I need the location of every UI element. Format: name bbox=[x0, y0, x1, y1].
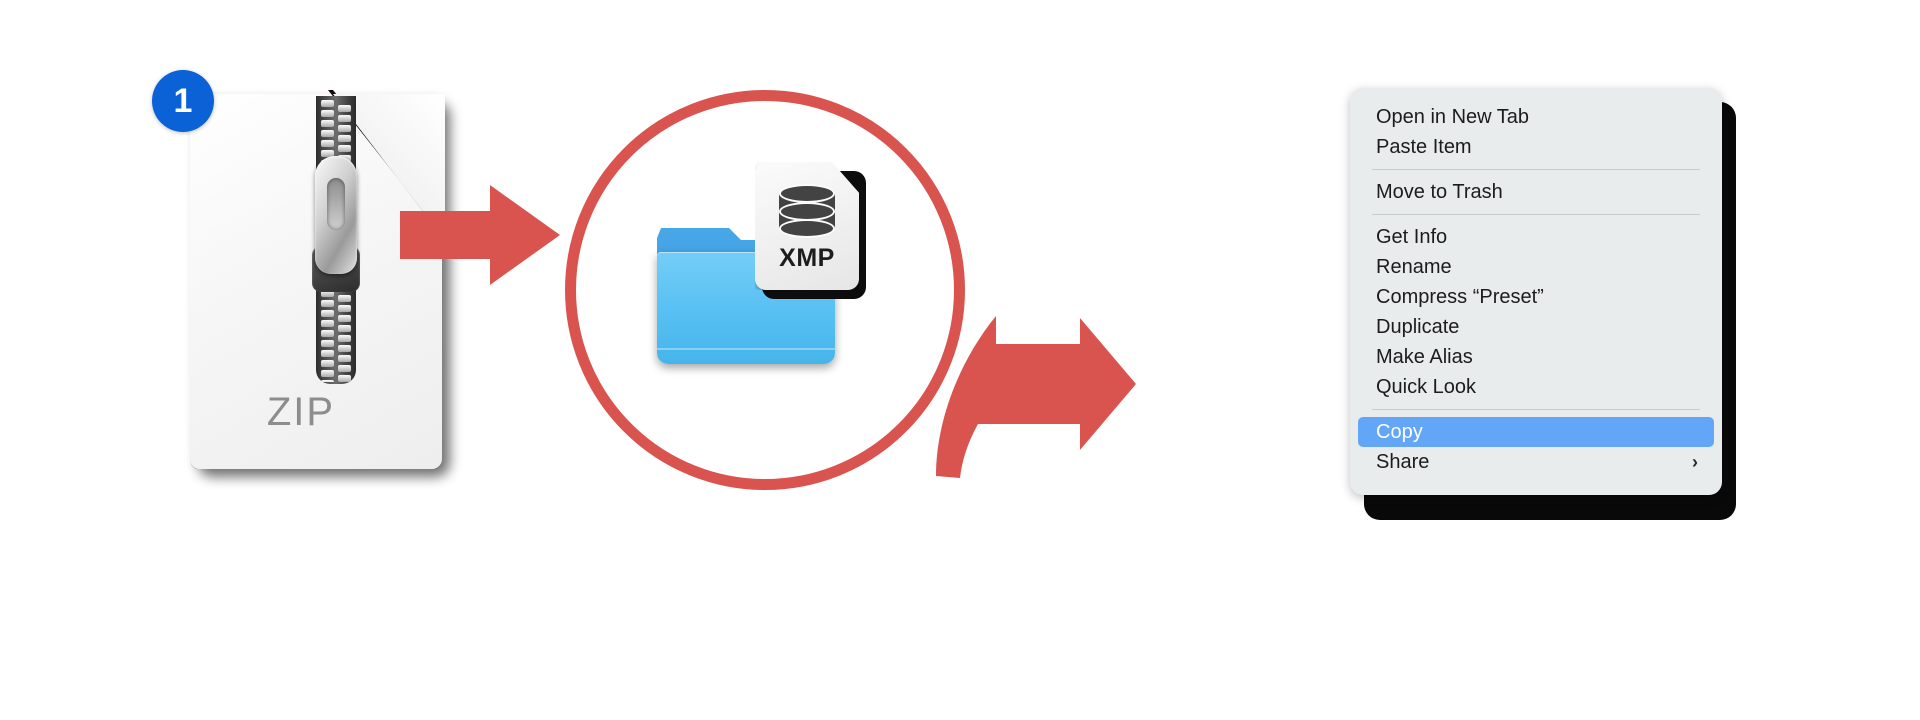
zipper-tooth bbox=[321, 120, 334, 127]
zipper-tooth bbox=[321, 100, 334, 107]
zipper-tooth bbox=[338, 145, 351, 152]
zipper-tooth bbox=[338, 365, 351, 372]
menu-item-duplicate[interactable]: Duplicate bbox=[1358, 312, 1714, 342]
zipper-tooth bbox=[338, 355, 351, 362]
menu-item-copy[interactable]: Copy bbox=[1358, 417, 1714, 447]
zipper-tooth bbox=[321, 320, 334, 327]
zipper-tooth bbox=[338, 345, 351, 352]
zipper-tooth bbox=[338, 105, 351, 112]
menu-item-open-in-new-tab[interactable]: Open in New Tab bbox=[1358, 102, 1714, 132]
zipper-tooth bbox=[338, 325, 351, 332]
menu-item-paste-item[interactable]: Paste Item bbox=[1358, 132, 1714, 162]
zipper-tooth bbox=[321, 300, 334, 307]
zipper-tooth bbox=[321, 380, 334, 382]
arrow-shaft bbox=[400, 211, 498, 259]
menu-separator bbox=[1372, 169, 1700, 170]
xmp-document-page: XMP bbox=[755, 162, 859, 290]
zipper-tooth bbox=[321, 110, 334, 117]
menu-item-share[interactable]: Share › bbox=[1358, 447, 1714, 477]
menu-item-label: Paste Item bbox=[1376, 136, 1472, 158]
zipper-tooth bbox=[338, 125, 351, 132]
arrow-folder-to-menu-shape bbox=[936, 316, 1136, 478]
illustration-canvas: 1 ZIP XMP Open in New Tab Paste Item Mov… bbox=[0, 0, 1920, 720]
arrow-zip-to-folder bbox=[400, 185, 560, 285]
arrow-head bbox=[490, 185, 560, 285]
chevron-right-icon: › bbox=[1692, 452, 1698, 472]
step-number-badge: 1 bbox=[152, 70, 214, 132]
menu-item-quick-look[interactable]: Quick Look bbox=[1358, 372, 1714, 402]
context-menu-panel[interactable]: Open in New Tab Paste Item Move to Trash Ge… bbox=[1350, 88, 1722, 495]
database-icon bbox=[779, 184, 835, 238]
zipper-tooth bbox=[321, 130, 334, 137]
menu-item-label: Compress “Preset” bbox=[1376, 286, 1544, 308]
zip-file-type-label: ZIP bbox=[266, 390, 336, 434]
zipper-tooth bbox=[321, 310, 334, 317]
menu-item-label: Rename bbox=[1376, 256, 1452, 278]
zipper-pull-tab bbox=[315, 156, 357, 274]
zipper-tooth bbox=[338, 335, 351, 342]
zipper-tooth bbox=[338, 375, 351, 382]
menu-separator bbox=[1372, 214, 1700, 215]
arrow-folder-to-menu bbox=[930, 300, 1150, 480]
zipper-tooth bbox=[338, 315, 351, 322]
zipper-tooth bbox=[321, 360, 334, 367]
xmp-file-type-label: XMP bbox=[779, 244, 835, 272]
zipper-tooth bbox=[321, 350, 334, 357]
zipper-tooth bbox=[338, 115, 351, 122]
zipper-icon bbox=[308, 96, 364, 384]
menu-item-move-to-trash[interactable]: Move to Trash bbox=[1358, 177, 1714, 207]
zipper-tooth bbox=[338, 135, 351, 142]
menu-separator bbox=[1372, 409, 1700, 410]
zipper-tooth bbox=[321, 330, 334, 337]
zipper-tooth bbox=[321, 140, 334, 147]
zipper-tooth bbox=[338, 305, 351, 312]
menu-item-get-info[interactable]: Get Info bbox=[1358, 222, 1714, 252]
xmp-database-file-icon[interactable]: XMP bbox=[755, 162, 866, 299]
zipper-tooth bbox=[321, 340, 334, 347]
menu-item-label: Copy bbox=[1376, 421, 1423, 443]
zipper-tooth bbox=[321, 370, 334, 377]
menu-item-make-alias[interactable]: Make Alias bbox=[1358, 342, 1714, 372]
menu-item-rename[interactable]: Rename bbox=[1358, 252, 1714, 282]
menu-item-label: Move to Trash bbox=[1376, 181, 1503, 203]
menu-item-label: Get Info bbox=[1376, 226, 1448, 248]
zipper-tooth bbox=[338, 295, 351, 302]
database-disc-base bbox=[779, 219, 835, 238]
menu-item-label: Make Alias bbox=[1376, 346, 1473, 368]
menu-item-label: Share bbox=[1376, 451, 1430, 473]
menu-item-compress-preset[interactable]: Compress “Preset” bbox=[1358, 282, 1714, 312]
step-1-zip-file: 1 ZIP bbox=[152, 70, 500, 500]
database-disc-top bbox=[779, 184, 835, 203]
menu-item-label: Open in New Tab bbox=[1376, 106, 1530, 128]
menu-item-label: Quick Look bbox=[1376, 376, 1477, 398]
menu-item-label: Duplicate bbox=[1376, 316, 1460, 338]
